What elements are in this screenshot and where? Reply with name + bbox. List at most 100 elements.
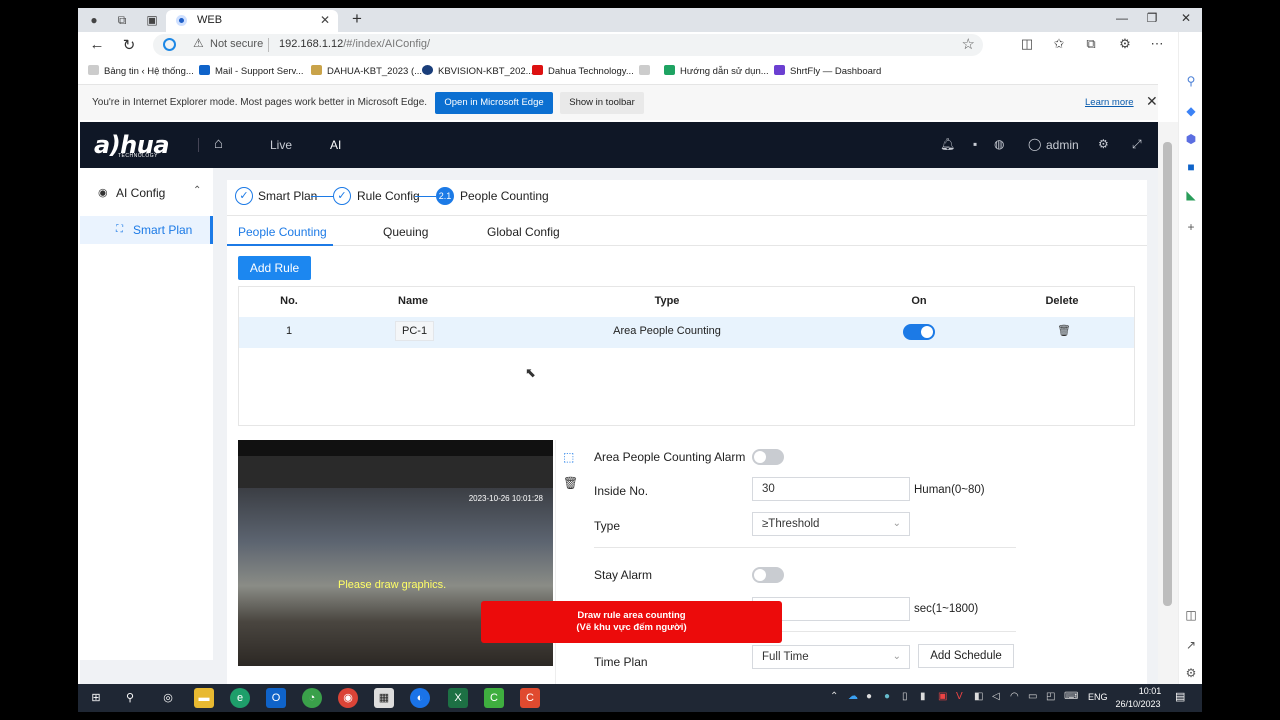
workspaces-icon[interactable]: ⧉ (114, 12, 130, 28)
table-row[interactable]: 1 PC-1 Area People Counting 🗑︎ (239, 317, 1134, 348)
cell-name[interactable]: PC-1 (395, 321, 435, 341)
favorite-item[interactable]: KBVISION-KBT_202... (422, 65, 534, 77)
bell-icon[interactable]: 🔔︎ (940, 137, 955, 151)
learn-more-link[interactable]: Learn more (1085, 97, 1134, 108)
search-icon[interactable]: ⚲ (120, 688, 140, 708)
wifi-icon[interactable]: ◠ (1010, 691, 1019, 702)
settings-icon[interactable]: ⚙ (1182, 666, 1200, 680)
clock-date[interactable]: 26/10/2023 (1115, 699, 1161, 709)
chrome-icon[interactable]: ◉ (338, 688, 358, 708)
tab-people-counting[interactable]: People Counting (238, 225, 327, 239)
menu-group-ai-config[interactable]: ◉ AI Config ⌃ (80, 180, 213, 206)
app-icon[interactable]: ◎ (158, 688, 178, 708)
tray-icon[interactable]: V (956, 691, 963, 702)
not-secure-label[interactable]: Not secure (210, 38, 263, 50)
page-scrollbar[interactable] (1158, 122, 1178, 684)
draw-area-icon[interactable]: ⬚ (563, 450, 574, 464)
fullscreen-icon[interactable]: ⤢ (1132, 137, 1142, 152)
address-bar[interactable]: ⚠ Not secure 192.168.1.12/#/index/AIConf… (153, 34, 983, 56)
show-in-toolbar-button[interactable]: Show in toolbar (560, 92, 644, 114)
clear-drawing-icon[interactable]: 🗑︎ (563, 476, 578, 490)
ie-mode-icon[interactable] (163, 38, 176, 51)
usb-icon[interactable]: ▯ (902, 691, 908, 702)
stay-alarm-toggle[interactable] (752, 567, 784, 583)
tray-icon[interactable]: ● (884, 691, 890, 702)
collections-icon[interactable]: ⧉ (1082, 36, 1100, 52)
close-banner-icon[interactable]: ✕ (1146, 93, 1158, 110)
rule-enable-toggle[interactable] (903, 324, 935, 340)
keyboard-icon[interactable]: ⌨ (1064, 691, 1078, 702)
step-rule-config[interactable]: Rule Config (357, 189, 420, 203)
inside-no-input[interactable]: 30 (752, 477, 910, 501)
menu-item-smart-plan[interactable]: ⛶ Smart Plan (80, 216, 213, 244)
profile-icon[interactable]: ● (86, 12, 102, 28)
cloud-icon[interactable]: ☁ (848, 691, 858, 702)
app-icon[interactable]: C (520, 688, 540, 708)
chevron-up-icon[interactable]: ⌃ (830, 691, 838, 702)
favorite-item[interactable]: ShrtFly — Dashboard (774, 65, 881, 77)
close-tab-icon[interactable]: ✕ (320, 13, 330, 27)
file-explorer-icon[interactable]: ▬ (194, 688, 214, 708)
excel-icon[interactable]: X (448, 688, 468, 708)
new-tab-icon[interactable]: + (352, 9, 362, 29)
sidebar-toggle-icon[interactable]: ◫ (1182, 608, 1200, 622)
favorite-item[interactable]: Dahua Technology... (532, 65, 634, 77)
favorite-item[interactable] (639, 65, 655, 77)
url-text[interactable]: 192.168.1.12/#/index/AIConfig/ (279, 38, 430, 50)
tab-actions-icon[interactable]: ▣ (144, 12, 160, 28)
step-people-counting[interactable]: People Counting (460, 189, 549, 203)
home-icon[interactable]: ⌂ (214, 135, 223, 152)
split-screen-icon[interactable]: ◫ (1018, 36, 1036, 52)
tab-queuing[interactable]: Queuing (383, 225, 428, 239)
scrollbar-thumb[interactable] (1163, 142, 1172, 606)
qr-icon[interactable]: ▦ (374, 688, 394, 708)
add-rule-button[interactable]: Add Rule (238, 256, 311, 280)
favorites-icon[interactable]: ✩ (1050, 36, 1068, 52)
more-icon[interactable]: ⋯ (1148, 36, 1166, 52)
input-language[interactable]: ENG (1088, 692, 1108, 702)
add-sidebar-icon[interactable]: + (1182, 220, 1200, 234)
outlook-icon[interactable]: O (266, 688, 286, 708)
user-icon[interactable]: ◯ (1028, 137, 1041, 151)
mic-icon[interactable]: ▮ (920, 691, 926, 702)
user-name[interactable]: admin (1046, 138, 1079, 152)
extensions-icon[interactable]: ⚙ (1116, 36, 1134, 52)
minimize-icon[interactable]: — (1112, 11, 1132, 25)
gift-icon[interactable]: ▪ (973, 137, 977, 151)
app-icon[interactable]: C (484, 688, 504, 708)
app-icon[interactable]: ◔ (302, 688, 322, 708)
favorite-item[interactable]: Hướng dẫn sử dụn... (664, 65, 769, 77)
add-schedule-button[interactable]: Add Schedule (918, 644, 1014, 668)
restore-icon[interactable]: ❐ (1142, 11, 1162, 25)
search-icon[interactable]: ⚲ (1182, 74, 1200, 88)
external-link-icon[interactable]: ↗ (1182, 638, 1200, 652)
nav-live[interactable]: Live (270, 138, 292, 152)
settings-icon[interactable]: ⚙ (1098, 137, 1109, 151)
tools-icon[interactable]: ⬢ (1182, 132, 1200, 146)
globe-icon[interactable]: ◍ (994, 137, 1004, 151)
favorite-item[interactable]: DAHUA-KBT_2023 (... (311, 65, 422, 77)
favorite-item[interactable]: Mail - Support Serv... (199, 65, 304, 77)
time-plan-select[interactable]: Full Time ⌄ (752, 645, 910, 669)
tray-icon[interactable]: ◰ (1046, 691, 1055, 702)
type-select[interactable]: ≥Threshold ⌄ (752, 512, 910, 536)
battery-icon[interactable]: ▭ (1028, 691, 1037, 702)
outlook-icon[interactable]: ■ (1182, 160, 1200, 174)
tray-icon[interactable]: ● (866, 691, 872, 702)
app-icon[interactable]: ◐ (410, 688, 430, 708)
start-icon[interactable]: ⊞ (86, 688, 106, 708)
trash-icon[interactable]: 🗑︎ (1057, 324, 1071, 337)
refresh-icon[interactable]: ↻ (120, 36, 138, 54)
nav-ai[interactable]: AI (330, 138, 341, 152)
drop-icon[interactable]: ◣ (1182, 188, 1200, 202)
favorite-star-icon[interactable]: ☆ (962, 35, 975, 53)
tab-global-config[interactable]: Global Config (487, 225, 560, 239)
area-alarm-toggle[interactable] (752, 449, 784, 465)
back-icon[interactable]: ← (88, 36, 106, 53)
clock-time[interactable]: 10:01 (1128, 686, 1172, 696)
close-window-icon[interactable]: ✕ (1176, 11, 1196, 25)
browser-tab[interactable]: WEB ✕ (166, 10, 338, 32)
tray-icon[interactable]: ◧ (974, 691, 983, 702)
speaker-icon[interactable]: ◁ (992, 691, 1000, 702)
step-smart-plan[interactable]: Smart Plan (258, 189, 317, 203)
